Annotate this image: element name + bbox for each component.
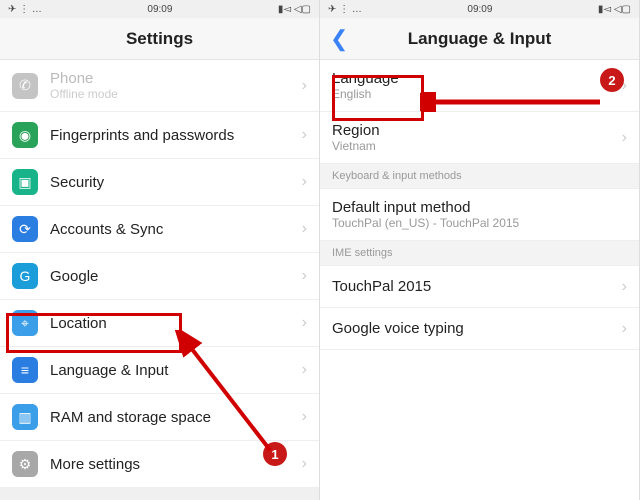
chevron-right-icon: › <box>302 126 307 144</box>
default-input-method-row[interactable]: Default input methodTouchPal (en_US) - T… <box>320 189 639 241</box>
settings-pane: ✈ ⋮ … 09:09 ▮◅ ◁▢ Settings ✆ PhoneOffline… <box>0 0 320 500</box>
ime-row-0[interactable]: TouchPal 2015› <box>320 266 639 308</box>
row-sub: Offline mode <box>50 87 302 101</box>
language-list[interactable]: LanguageEnglish›RegionVietnam›Keyboard &… <box>320 60 639 500</box>
status-bar-left: ✈ ⋮ … 09:09 ▮◅ ◁▢ <box>0 0 319 18</box>
more-icon: ⚙ <box>12 451 38 477</box>
row-sub: TouchPal (en_US) - TouchPal 2015 <box>332 216 627 230</box>
fingerprint-icon: ◉ <box>12 122 38 148</box>
settings-row-g[interactable]: G Google› <box>0 253 319 300</box>
lang-row-0[interactable]: LanguageEnglish› <box>320 60 639 112</box>
row-label: More settings <box>50 456 302 473</box>
settings-row-storage[interactable]: ▥ RAM and storage space› <box>0 394 319 441</box>
language-input-pane: ✈ ⋮ … 09:09 ▮◅ ◁▢ ❮ Language & Input Lan… <box>320 0 640 500</box>
chevron-right-icon: › <box>302 173 307 191</box>
status-right-icons: ▮◅ ◁▢ <box>278 4 311 15</box>
status-time: 09:09 <box>467 4 492 15</box>
row-label: RAM and storage space <box>50 409 302 426</box>
shield-icon: ▣ <box>12 169 38 195</box>
status-right-icons: ▮◅ ◁▢ <box>598 4 631 15</box>
row-label: Security <box>50 174 302 191</box>
row-label: Accounts & Sync <box>50 221 302 238</box>
back-button[interactable]: ❮ <box>330 26 348 52</box>
settings-row-fingerprint[interactable]: ◉ Fingerprints and passwords› <box>0 112 319 159</box>
row-label: Default input method <box>332 199 627 216</box>
chevron-right-icon: › <box>622 129 627 147</box>
chevron-right-icon: › <box>302 220 307 238</box>
settings-list[interactable]: ✆PhoneOffline mode›◉Fingerprints and pas… <box>0 60 319 500</box>
settings-row-sync[interactable]: ⟳ Accounts & Sync› <box>0 206 319 253</box>
storage-icon: ▥ <box>12 404 38 430</box>
row-sub: Vietnam <box>332 139 622 153</box>
status-time: 09:09 <box>147 4 172 15</box>
row-label: Phone <box>50 70 302 87</box>
row-label: Language <box>332 70 622 87</box>
row-label: Region <box>332 122 622 139</box>
chevron-right-icon: › <box>622 77 627 95</box>
chevron-right-icon: › <box>302 77 307 95</box>
row-label: Google voice typing <box>332 320 622 337</box>
settings-row-shield[interactable]: ▣ Security› <box>0 159 319 206</box>
row-label: Fingerprints and passwords <box>50 127 302 144</box>
row-label: TouchPal 2015 <box>332 278 622 295</box>
language-header: ❮ Language & Input <box>320 18 639 60</box>
chevron-right-icon: › <box>302 314 307 332</box>
status-left-icons: ✈ ⋮ … <box>328 4 362 15</box>
chevron-right-icon: › <box>302 267 307 285</box>
settings-row-lang[interactable]: ≡ Language & Input› <box>0 347 319 394</box>
location-icon: ⌖ <box>12 310 38 336</box>
lang-row-1[interactable]: RegionVietnam› <box>320 112 639 164</box>
ime-row-1[interactable]: Google voice typing› <box>320 308 639 350</box>
section-ime-settings: IME settings <box>320 241 639 266</box>
chevron-right-icon: › <box>302 408 307 426</box>
section-keyboard-methods: Keyboard & input methods <box>320 164 639 189</box>
status-left-icons: ✈ ⋮ … <box>8 4 42 15</box>
chevron-right-icon: › <box>302 361 307 379</box>
chevron-right-icon: › <box>622 320 627 338</box>
row-label: Language & Input <box>50 362 302 379</box>
lang-icon: ≡ <box>12 357 38 383</box>
row-label: Google <box>50 268 302 285</box>
settings-row-more[interactable]: ⚙ More settings› <box>0 441 319 488</box>
settings-title: Settings <box>126 29 193 49</box>
sync-icon: ⟳ <box>12 216 38 242</box>
g-icon: G <box>12 263 38 289</box>
chevron-right-icon: › <box>622 278 627 296</box>
chevron-right-icon: › <box>302 455 307 473</box>
settings-row-location[interactable]: ⌖ Location› <box>0 300 319 347</box>
phone-icon: ✆ <box>12 73 38 99</box>
row-sub: English <box>332 87 622 101</box>
language-title: Language & Input <box>408 29 552 49</box>
row-label: Location <box>50 315 302 332</box>
settings-row-phone[interactable]: ✆ PhoneOffline mode› <box>0 60 319 112</box>
status-bar-right: ✈ ⋮ … 09:09 ▮◅ ◁▢ <box>320 0 639 18</box>
settings-header: Settings <box>0 18 319 60</box>
